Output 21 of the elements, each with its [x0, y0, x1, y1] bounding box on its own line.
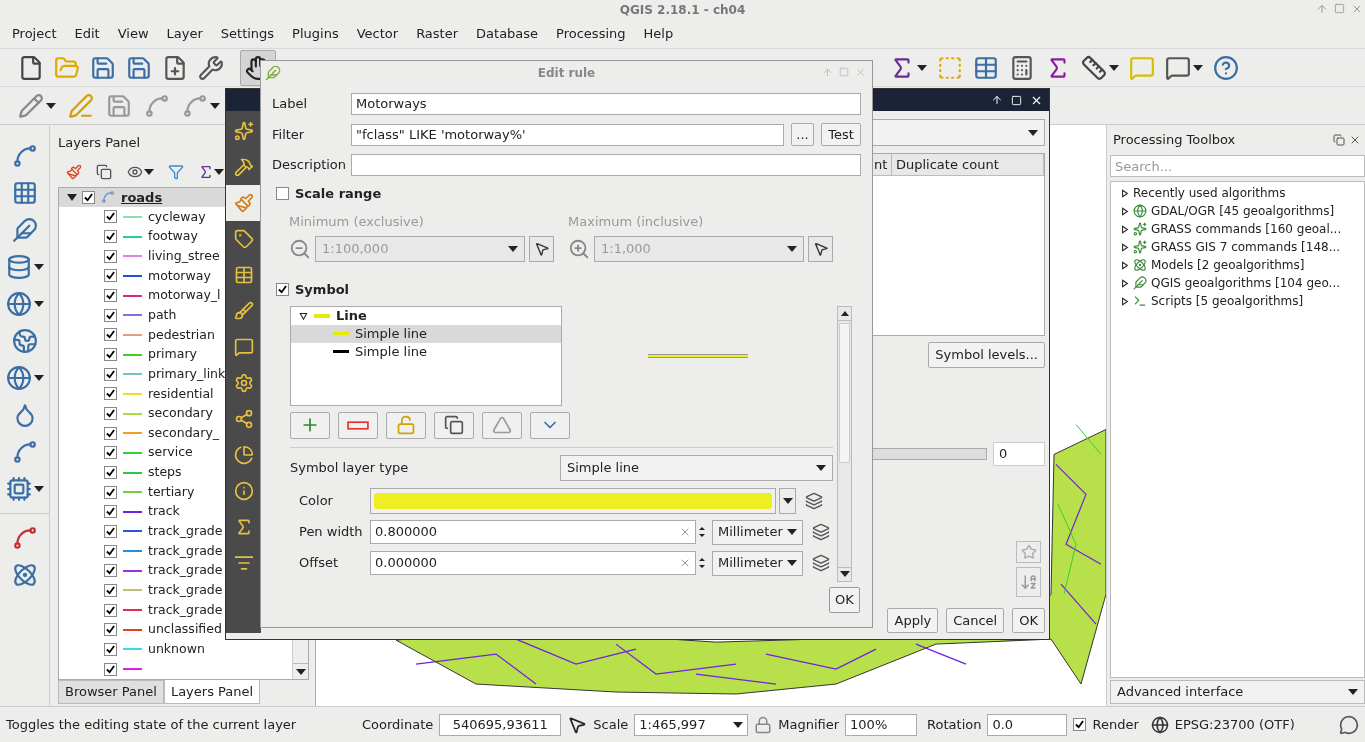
- coordinate-label: Coordinate: [362, 715, 434, 734]
- window-title: QGIS 2.18.1 - ch04: [619, 2, 746, 19]
- field-label: Offset: [299, 554, 340, 573]
- rotation-label: Rotation: [927, 715, 982, 734]
- render-label: Render: [1092, 715, 1139, 734]
- field-label: Maximum (inclusive): [568, 212, 705, 231]
- magnifier-label: Magnifier: [778, 715, 840, 734]
- scale-label: Scale: [593, 715, 629, 734]
- group-title: Scale range: [295, 185, 382, 203]
- field-label: Symbol layer type: [290, 458, 409, 477]
- group-title: Symbol: [295, 281, 350, 299]
- field-label: Minimum (exclusive): [289, 212, 425, 231]
- field-label: Label: [272, 95, 309, 114]
- field-label: Pen width: [299, 523, 364, 542]
- dialog-title: Edit rule: [537, 65, 596, 82]
- field-label: Color: [299, 491, 334, 510]
- field-label: Filter: [272, 125, 306, 144]
- field-label: Description: [272, 156, 348, 175]
- panel-title: Processing Toolbox: [1113, 131, 1236, 150]
- panel-title: Layers Panel: [58, 134, 141, 152]
- status-message: Toggles the editing state of the current layer: [6, 715, 298, 734]
